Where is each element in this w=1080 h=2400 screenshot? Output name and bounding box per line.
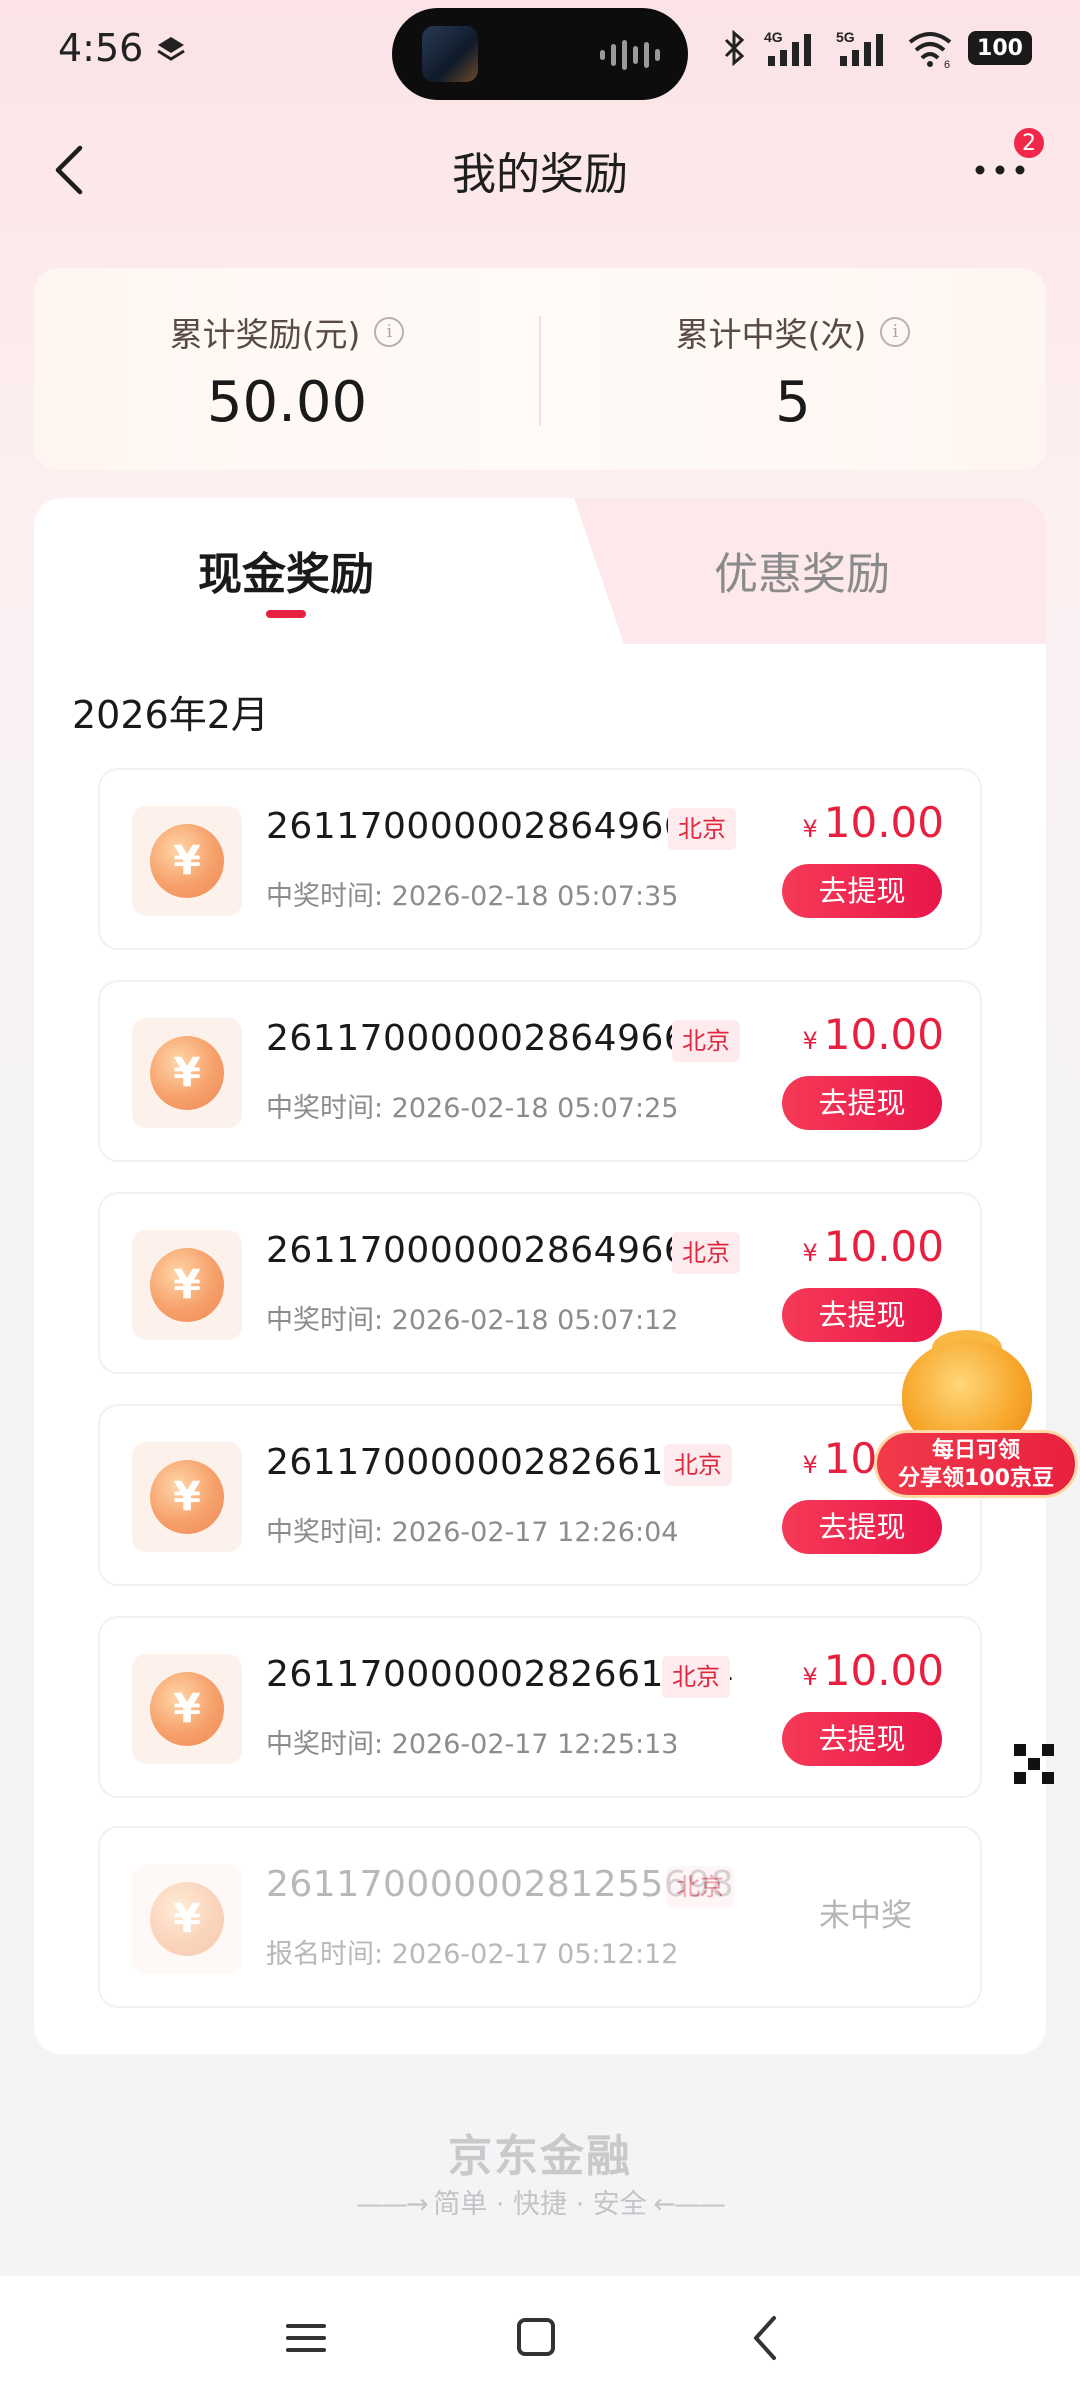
svg-text:4G: 4G <box>764 29 783 45</box>
wifi-icon: 6 <box>908 32 952 68</box>
system-back-button[interactable] <box>736 2310 796 2366</box>
city-tag: 北京 <box>668 808 736 850</box>
promo-label: 每日可领 分享领100京豆 <box>874 1430 1078 1498</box>
home-button[interactable] <box>506 2310 566 2366</box>
reward-record-not-won[interactable]: ¥ 26117000000281255698 北京 报名时间: 2026-02-… <box>98 1826 982 2008</box>
status-time: 4:56 <box>58 26 144 70</box>
reward-amount: ¥10.00 <box>802 1646 944 1695</box>
bluetooth-icon <box>724 30 745 66</box>
total-reward-value: 50.00 <box>206 370 368 435</box>
withdraw-button[interactable]: 去提现 <box>782 864 942 918</box>
total-wins-label: 累计中奖(次) <box>675 315 867 354</box>
record-time: 报名时间: 2026-02-17 05:12:12 <box>266 1939 679 1970</box>
city-tag: 北京 <box>666 1866 734 1908</box>
city-tag: 北京 <box>672 1232 740 1274</box>
record-time: 中奖时间: 2026-02-17 12:26:04 <box>266 1517 679 1548</box>
rewards-list-card: 现金奖励 优惠奖励 2026年2月 ¥ 261170000002864966​1… <box>34 498 1046 2054</box>
coin-icon: ¥ <box>132 1442 242 1552</box>
coin-icon: ¥ <box>132 1230 242 1340</box>
system-navigation-bar <box>0 2276 1080 2400</box>
svg-text:6: 6 <box>944 59 950 68</box>
reward-amount: ¥10.00 <box>802 1222 944 1271</box>
status-icons: 4G 5G 6 100 <box>722 26 1032 70</box>
page-title: 我的奖励 <box>452 149 628 200</box>
dynamic-island <box>392 8 688 100</box>
daily-bonus-floating-button[interactable]: 每日可领 分享领100京豆 <box>870 1330 1080 1510</box>
reward-amount: ¥10.00 <box>802 798 944 847</box>
record-id: 26117000000286496628 <box>266 1018 735 1059</box>
reward-amount: ¥10.00 <box>802 1010 944 1059</box>
coin-icon: ¥ <box>132 806 242 916</box>
coin-icon: ¥ <box>132 1654 242 1764</box>
reward-record[interactable]: ¥ 26117000000282661730 北京 中奖时间: 2026-02-… <box>98 1404 982 1586</box>
coin-icon: ¥ <box>132 1864 242 1974</box>
summary-card: 累计奖励(元) i 50.00 累计中奖(次) i 5 <box>34 268 1046 470</box>
reward-record[interactable]: ¥ 261170000002864966​10 北京 中奖时间: 2026-02… <box>98 768 982 950</box>
reward-record[interactable]: ¥ 26117000000282661134 北京 中奖时间: 2026-02-… <box>98 1616 982 1798</box>
active-tab-indicator <box>266 610 306 618</box>
notification-badge: 2 <box>1012 126 1046 160</box>
record-time: 中奖时间: 2026-02-18 05:07:12 <box>266 1305 679 1336</box>
signal-5g-icon: 5G <box>836 29 883 66</box>
reward-record[interactable]: ¥ 26117000000286496650 北京 中奖时间: 2026-02-… <box>98 1192 982 1374</box>
month-header: 2026年2月 <box>72 693 269 737</box>
record-id: 26117000000286496650 <box>266 1230 735 1271</box>
recent-apps-button[interactable] <box>276 2310 336 2366</box>
qr-code-icon[interactable] <box>1014 1744 1054 1784</box>
brand-slogan: ——→ 简单 · 快捷 · 安全 ←—— <box>356 2189 726 2220</box>
reward-record[interactable]: ¥ 26117000000286496628 北京 中奖时间: 2026-02-… <box>98 980 982 1162</box>
withdraw-button[interactable]: 去提现 <box>782 1712 942 1766</box>
record-time: 中奖时间: 2026-02-17 12:25:13 <box>266 1729 679 1760</box>
tab-coupon-rewards[interactable]: 优惠奖励 <box>714 538 890 602</box>
total-wins-value: 5 <box>775 370 811 435</box>
status-bar: 4:56 4G 5G 6 100 <box>0 0 1080 100</box>
withdraw-button[interactable]: 去提现 <box>782 1076 942 1130</box>
brand-logo-text: 京东金融 <box>448 2131 632 2182</box>
svg-text:5G: 5G <box>836 29 855 45</box>
city-tag: 北京 <box>664 1444 732 1486</box>
record-id: 261170000002864966​10 <box>266 806 735 847</box>
info-icon[interactable]: i <box>374 317 405 347</box>
signal-4g-icon: 4G <box>764 29 811 66</box>
media-artwork <box>422 26 478 82</box>
total-wins-block: 累计中奖(次) i 5 <box>540 268 1046 470</box>
audio-wave-icon <box>600 38 660 72</box>
battery-indicator: 100 <box>968 31 1032 65</box>
total-reward-label: 累计奖励(元) <box>169 315 361 354</box>
layers-icon <box>157 37 185 61</box>
not-won-status: 未中奖 <box>819 1898 912 1934</box>
record-id: 26117000000281255698 <box>266 1864 735 1905</box>
city-tag: 北京 <box>672 1020 740 1062</box>
city-tag: 北京 <box>662 1656 730 1698</box>
record-time: 中奖时间: 2026-02-18 05:07:35 <box>266 881 679 912</box>
record-time: 中奖时间: 2026-02-18 05:07:25 <box>266 1093 679 1124</box>
coin-icon: ¥ <box>132 1018 242 1128</box>
tab-cash-rewards[interactable]: 现金奖励 <box>198 538 374 602</box>
total-reward-block: 累计奖励(元) i 50.00 <box>34 268 540 470</box>
info-icon[interactable]: i <box>880 317 911 347</box>
